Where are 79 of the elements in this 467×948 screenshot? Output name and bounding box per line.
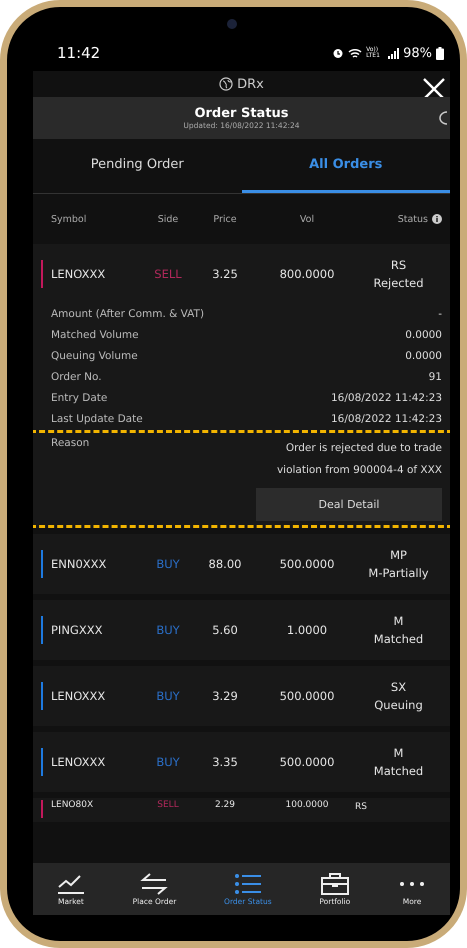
globe-icon [219, 77, 234, 91]
volume-text: 500.0000 [278, 689, 336, 704]
order-card[interactable]: ENN0XXX BUY 88.00 500.0000 MP M-Partially [33, 534, 450, 594]
signal-icon [388, 48, 400, 58]
status-code: MP [390, 546, 407, 564]
side-text: SELL [156, 800, 180, 810]
status-code: RS [390, 256, 406, 274]
status-code: RS [355, 801, 367, 814]
volume-text: 500.0000 [278, 755, 336, 770]
side-text: BUY [155, 755, 181, 770]
detail-label: Order No. [51, 371, 102, 383]
status-text: Rejected [373, 275, 424, 292]
column-header: Vol [298, 214, 316, 224]
detail-value: 0.0000 [405, 329, 442, 341]
volume-text: 500.0000 [278, 557, 336, 572]
detail-label: Amount (After Comm. & VAT) [51, 308, 204, 320]
wifi-icon [348, 48, 362, 58]
status-text: M-Partially [368, 565, 429, 582]
column-header: Status [398, 214, 428, 224]
volume-text: 1.0000 [286, 623, 328, 638]
battery-percent: 98% [403, 46, 432, 60]
price-text: 2.29 [214, 800, 236, 810]
side-text: BUY [155, 557, 181, 572]
status-code: M [394, 612, 404, 630]
status-code: M [394, 744, 404, 762]
detail-label: Entry Date [51, 392, 108, 404]
price-text: 3.29 [211, 689, 239, 704]
status-text: Matched [374, 631, 424, 648]
detail-value: 91 [428, 371, 442, 383]
detail-value: 16/08/2022 11:42:23 [330, 413, 442, 425]
symbol-text: LENOXXX [51, 267, 106, 281]
tab[interactable]: Pending Order [33, 139, 242, 193]
reason-text: Order is rejected due to trade violation from 900004-4 of XXX [276, 441, 442, 478]
battery-icon [436, 46, 444, 60]
deal-detail-button[interactable]: Deal Detail [256, 488, 442, 522]
order-card[interactable]: LENOXXX BUY 3.35 500.0000 M Matched [33, 732, 450, 792]
detail-value: - [438, 308, 442, 320]
page-title: Order Status [194, 106, 289, 121]
symbol-text: ENN0XXX [51, 557, 108, 572]
order-card[interactable] [33, 244, 450, 528]
detail-value: 0.0000 [405, 350, 442, 362]
clock-time: 11:42 [57, 44, 100, 62]
alarm-icon [332, 47, 344, 59]
detail-label: Matched Volume [51, 329, 139, 341]
app-title: DRx [237, 76, 264, 92]
price-text: 88.00 [208, 557, 242, 572]
order-card[interactable]: PINGXXX BUY 5.60 1.0000 M Matched [33, 600, 450, 660]
price-text: 3.25 [211, 267, 239, 281]
side-text: BUY [155, 623, 181, 638]
camera-icon [227, 19, 237, 29]
info-icon[interactable] [432, 214, 442, 224]
side-text: SELL [153, 267, 183, 281]
more-dots-icon [400, 882, 424, 886]
tab[interactable]: All Orders [242, 139, 450, 193]
line-chart-icon [56, 872, 85, 894]
side-text: BUY [155, 689, 181, 704]
symbol-text: PINGXXX [51, 623, 104, 638]
symbol-text: LENO80X [51, 800, 94, 810]
status-code: SX [390, 678, 406, 696]
volume-text: 800.0000 [278, 267, 336, 281]
detail-value: 16/08/2022 11:42:23 [330, 392, 442, 404]
column-header: Price [212, 214, 238, 224]
price-text: 3.35 [211, 755, 239, 770]
column-header: Side [156, 214, 180, 224]
briefcase-icon [320, 872, 349, 894]
list-icon [234, 872, 262, 894]
detail-label: Reason [51, 437, 90, 449]
price-text: 5.60 [211, 623, 239, 638]
volume-text: 100.0000 [284, 800, 330, 810]
status-text: Queuing [374, 697, 423, 714]
symbol-text: LENOXXX [51, 689, 106, 704]
order-card[interactable]: LENO80X SELL 2.29 100.0000 RS [33, 798, 450, 822]
swap-arrows-icon [140, 872, 168, 894]
detail-label: Queuing Volume [51, 350, 138, 362]
detail-label: Last Update Date [51, 413, 143, 425]
symbol-text: LENOXXX [51, 755, 106, 770]
order-card[interactable]: LENOXXX BUY 3.29 500.0000 SX Queuing [33, 666, 450, 726]
column-header: Symbol [51, 214, 88, 224]
status-text: Matched [374, 763, 424, 780]
